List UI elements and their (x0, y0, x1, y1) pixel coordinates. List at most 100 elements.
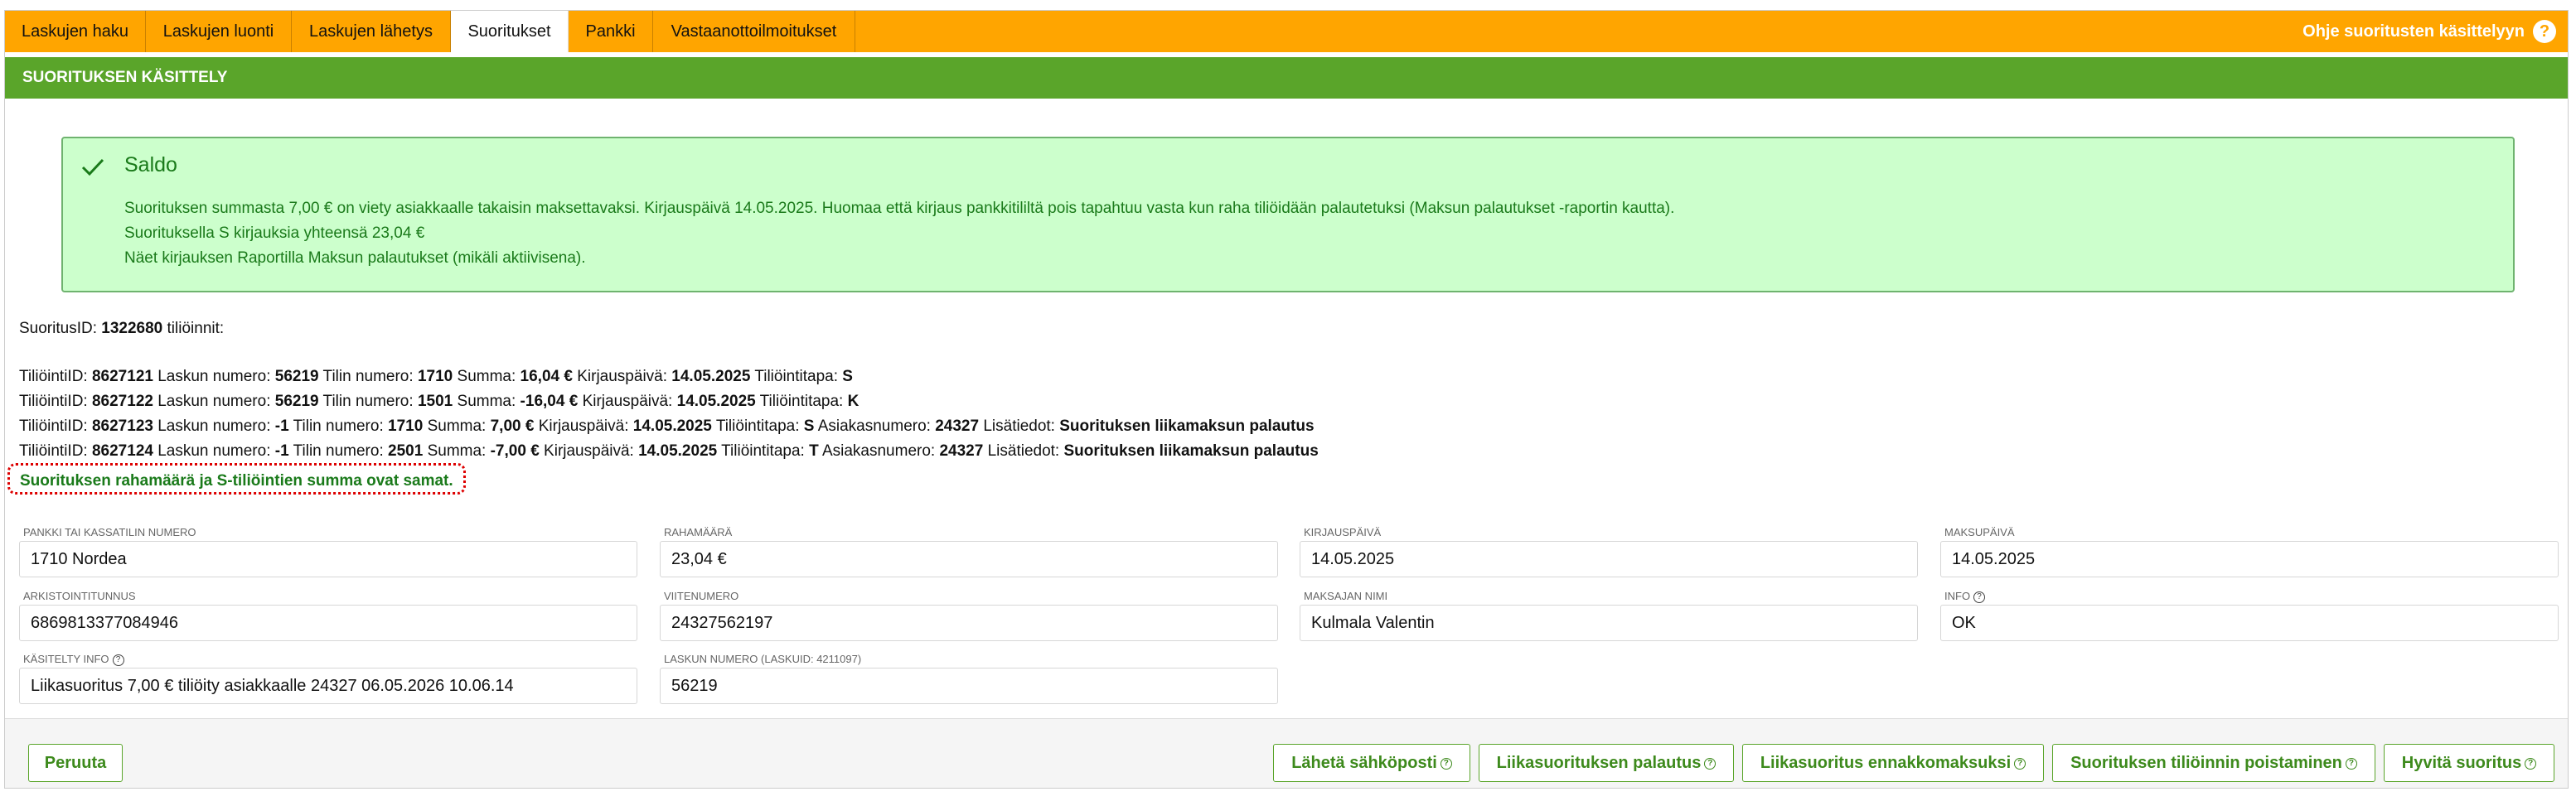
help-icon: ? (2014, 757, 2026, 770)
section-title: SUORITUKSEN KÄSITTELY (5, 57, 2568, 99)
help-icon: ? (1704, 757, 1717, 770)
refund-button[interactable]: Liikasuorituksen palautus? (1479, 744, 1734, 782)
viitenumero-field: Viitenumero 24327562197 (660, 590, 1278, 641)
alert-title: Saldo (124, 153, 177, 176)
row-value: 56219 (274, 393, 319, 410)
prepayment-button[interactable]: Liikasuoritus ennakkomaksuksi? (1742, 744, 2044, 782)
kasitelty-info-label: Käsitelty info? (23, 653, 124, 666)
row-value: 1501 (417, 393, 453, 410)
row-label: TiliöintiID: (19, 417, 88, 435)
row-value: 8627122 (91, 393, 153, 410)
help-icon[interactable]: ? (1973, 591, 1986, 603)
row-label: Laskun numero: (157, 417, 271, 435)
row-label: Tiliöintitapa: (715, 417, 800, 435)
laskun-numero-input[interactable]: 56219 (660, 668, 1278, 704)
help-link[interactable]: Ohje suoritusten käsittelyyn ? (2302, 11, 2556, 52)
row-label: TiliöintiID: (19, 393, 88, 410)
top-nav: Laskujen haku Laskujen luonti Laskujen l… (5, 11, 2568, 52)
pankki-input[interactable]: 1710 Nordea (19, 541, 637, 577)
help-link-label: Ohje suoritusten käsittelyyn (2302, 22, 2525, 41)
row-label: TiliöintiID: (19, 442, 88, 460)
row-value: 1710 (417, 368, 453, 385)
tab-laskujen-lahetys[interactable]: Laskujen lähetys (292, 11, 451, 52)
row-value: 24327 (935, 417, 980, 435)
row-label: Laskun numero: (157, 368, 271, 385)
tiliointi-row: TiliöintiID: 8627122 Laskun numero: 5621… (19, 393, 859, 411)
kasitelty-info-input[interactable]: Liikasuoritus 7,00 € tiliöity asiakkaall… (19, 668, 637, 704)
arkistointitunnus-input[interactable]: 6869813377084946 (19, 605, 637, 641)
cancel-button[interactable]: Peruuta (28, 744, 123, 782)
viitenumero-label: Viitenumero (664, 590, 739, 602)
kirjauspaiva-input[interactable]: 14.05.2025 (1300, 541, 1918, 577)
row-label: Kirjauspäivä: (582, 393, 673, 410)
alert-line: Näet kirjauksen Raportilla Maksun palaut… (124, 249, 586, 267)
row-value: 16,04 € (520, 368, 573, 385)
match-message: Suorituksen rahamäärä ja S-tiliöintien s… (7, 463, 466, 495)
row-label: Lisätiedot: (983, 417, 1055, 435)
help-icon[interactable]: ? (112, 654, 124, 666)
tab-vastaanottoilmoitukset[interactable]: Vastaanottoilmoitukset (653, 11, 855, 52)
info-field: Info? OK (1940, 590, 2559, 641)
laskun-numero-field: Laskun numero (laskuid: 4211097) 56219 (660, 653, 1278, 704)
maksajan-nimi-field: Maksajan nimi Kulmala Valentin (1300, 590, 1918, 641)
app-frame: Laskujen haku Laskujen luonti Laskujen l… (4, 10, 2569, 789)
row-label: Asiakasnumero: (817, 417, 931, 435)
info-input[interactable]: OK (1940, 605, 2559, 641)
row-value: 1710 (388, 417, 424, 435)
maksajan-nimi-input[interactable]: Kulmala Valentin (1300, 605, 1918, 641)
help-icon: ? (2533, 20, 2556, 43)
tab-laskujen-luonti[interactable]: Laskujen luonti (146, 11, 292, 52)
rahamaara-input[interactable]: 23,04 € (660, 541, 1278, 577)
viitenumero-input[interactable]: 24327562197 (660, 605, 1278, 641)
tab-laskujen-haku[interactable]: Laskujen haku (5, 11, 146, 52)
row-value: -7,00 € (490, 442, 540, 460)
tiliointi-row: TiliöintiID: 8627123 Laskun numero: -1 T… (19, 417, 1315, 436)
help-icon: ? (2525, 757, 2537, 770)
row-label: Tiliöintitapa: (721, 442, 805, 460)
maksupaiva-input[interactable]: 14.05.2025 (1940, 541, 2559, 577)
arkistointitunnus-field: Arkistointitunnus 6869813377084946 (19, 590, 637, 641)
row-value: S (842, 368, 853, 385)
row-value: Suorituksen liikamaksun palautus (1063, 442, 1319, 460)
help-icon: ? (2345, 757, 2357, 770)
remove-posting-button[interactable]: Suorituksen tiliöinnin poistaminen? (2052, 744, 2375, 782)
rahamaara-field: Rahamäärä 23,04 € (660, 526, 1278, 577)
row-value: 24327 (939, 442, 984, 460)
row-value: 14.05.2025 (638, 442, 718, 460)
send-email-button[interactable]: Lähetä sähköposti? (1273, 744, 1470, 782)
row-value: Suorituksen liikamaksun palautus (1059, 417, 1315, 435)
alert-line: Suorituksella S kirjauksia yhteensä 23,0… (124, 224, 425, 242)
action-footer: Peruuta Lähetä sähköposti? Liikasuorituk… (5, 718, 2568, 788)
row-value: 56219 (274, 368, 319, 385)
row-label: Kirjauspäivä: (577, 368, 668, 385)
kirjauspaiva-label: Kirjauspäivä (1304, 526, 1382, 538)
row-label: Summa: (427, 417, 487, 435)
row-label: Tilin numero: (322, 368, 414, 385)
saldo-alert: Saldo Suorituksen summasta 7,00 € on vie… (61, 137, 2515, 292)
tab-pankki[interactable]: Pankki (569, 11, 653, 52)
row-value: S (803, 417, 815, 435)
help-icon: ? (1440, 757, 1452, 770)
row-label: Summa: (427, 442, 487, 460)
pankki-field: Pankki tai kassatilin numero 1710 Nordea (19, 526, 637, 577)
row-label: Kirjauspäivä: (544, 442, 634, 460)
tab-suoritukset[interactable]: Suoritukset (451, 11, 569, 52)
row-value: 8627124 (91, 442, 153, 460)
row-label: Summa: (457, 368, 516, 385)
row-label: Asiakasnumero: (821, 442, 936, 460)
laskun-numero-label: Laskun numero (laskuid: 4211097) (664, 653, 862, 665)
rahamaara-label: Rahamäärä (664, 526, 733, 538)
alert-line: Suorituksen summasta 7,00 € on viety asi… (124, 200, 1675, 217)
credit-payment-button[interactable]: Hyvitä suoritus? (2384, 744, 2554, 782)
row-label: Lisätiedot: (987, 442, 1060, 460)
row-label: Tilin numero: (293, 417, 384, 435)
row-value: K (847, 393, 859, 410)
pankki-label: Pankki tai kassatilin numero (23, 526, 196, 538)
row-label: Summa: (457, 393, 516, 410)
check-icon (80, 153, 106, 187)
tiliointi-row: TiliöintiID: 8627124 Laskun numero: -1 T… (19, 442, 1319, 461)
row-value: -1 (274, 442, 289, 460)
row-label: Tilin numero: (322, 393, 414, 410)
row-value: 14.05.2025 (676, 393, 756, 410)
maksupaiva-field: Maksupäivä 14.05.2025 (1940, 526, 2559, 577)
